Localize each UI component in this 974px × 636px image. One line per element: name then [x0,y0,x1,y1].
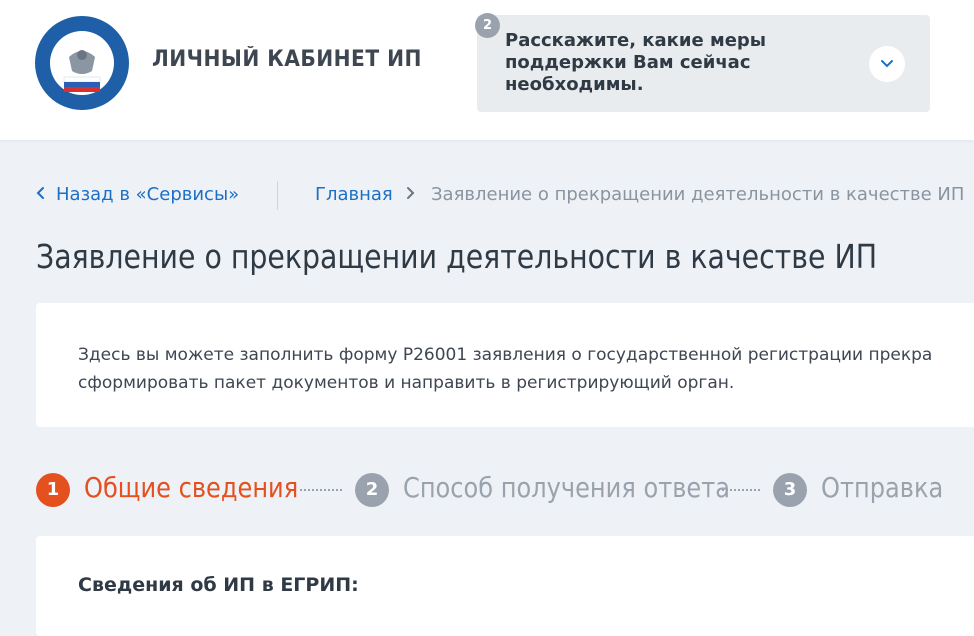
fns-logo-icon[interactable] [34,15,130,111]
support-expand-button[interactable] [869,46,905,82]
step-1-number[interactable]: 1 [36,473,70,507]
info-text: Здесь вы можете заполнить форму Р26001 з… [78,341,974,397]
breadcrumb-current: Заявление о прекращении деятельности в к… [431,184,965,205]
back-to-services-link[interactable]: Назад в «Сервисы» [36,184,239,205]
egrip-section-title: Сведения об ИП в ЕГРИП: [78,574,359,596]
cabinet-title: ЛИЧНЫЙ КАБИНЕТ ИП [152,47,422,72]
support-line-2: поддержки Вам сейчас [505,52,751,73]
step-1-label[interactable]: Общие сведения [84,471,298,504]
chevron-right-icon [407,187,415,199]
page-title: Заявление о прекращении деятельности в к… [36,237,878,276]
info-line-1: Здесь вы можете заполнить форму Р26001 з… [78,345,933,365]
support-line-3: необходимы. [505,74,644,95]
support-badge: 2 [475,13,500,38]
breadcrumb-divider [277,181,278,210]
chevron-left-icon [36,187,44,199]
support-survey-text[interactable]: Расскажите, какие меры поддержки Вам сей… [505,30,835,96]
step-3-label[interactable]: Отправка [821,471,943,504]
step-connector [300,489,342,491]
back-link-label: Назад в «Сервисы» [56,184,240,205]
support-line-1: Расскажите, какие меры [505,30,767,51]
chevron-down-icon [881,60,893,68]
step-connector [718,489,760,491]
breadcrumb-home[interactable]: Главная [315,184,393,205]
info-line-2: сформировать пакет документов и направит… [78,373,735,393]
header-bar: ЛИЧНЫЙ КАБИНЕТ ИП 2 Расскажите, какие ме… [0,0,974,140]
step-2-label[interactable]: Способ получения ответа [403,471,730,504]
step-3-number[interactable]: 3 [773,473,807,507]
step-2-number[interactable]: 2 [355,473,389,507]
